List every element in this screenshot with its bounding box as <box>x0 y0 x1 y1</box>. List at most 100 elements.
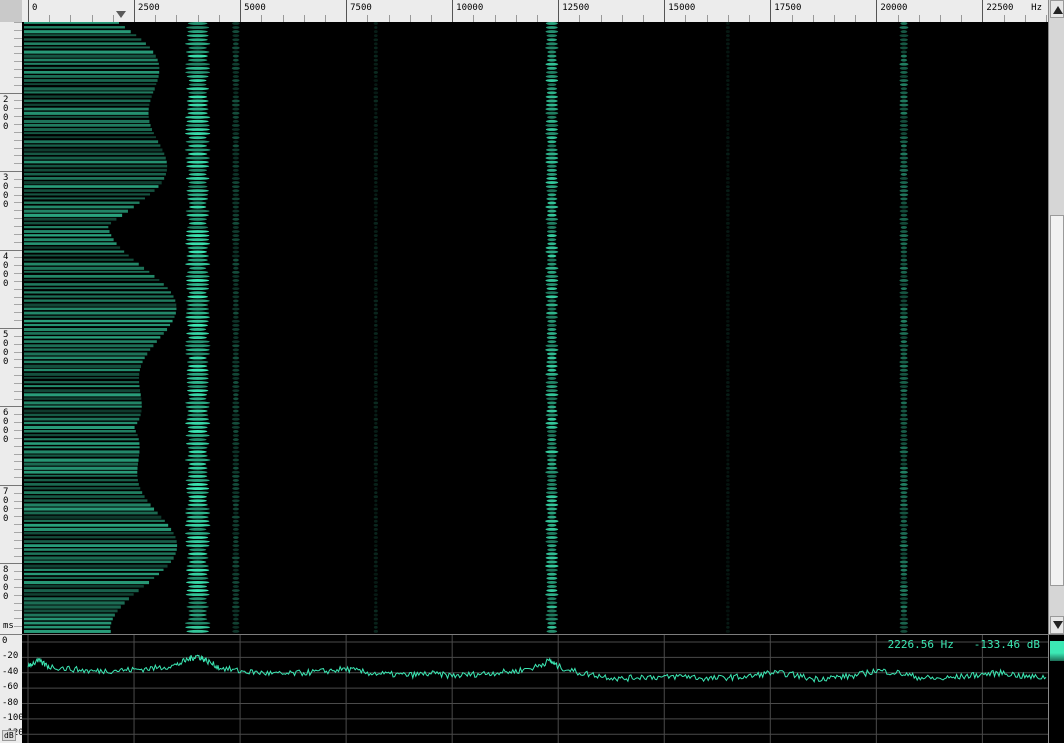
spectrogram-band-segment <box>726 621 730 625</box>
spectrogram-band-segment <box>373 621 378 625</box>
time-minor-tick <box>14 477 22 479</box>
spectrogram-band-segment <box>187 466 208 470</box>
spectrogram-band-segment <box>186 311 210 315</box>
spectrogram-low-band <box>24 540 177 543</box>
frequency-minor-tick <box>579 15 581 22</box>
time-tick-label: 8 0 0 0 <box>3 565 9 603</box>
spectrogram-low-band <box>24 83 157 86</box>
spectrogram-band-segment <box>186 189 209 193</box>
spectrogram-low-band <box>24 22 119 24</box>
scroll-thumb[interactable] <box>1050 215 1064 587</box>
spectrogram-band-segment <box>726 613 730 617</box>
spectrogram-band-segment <box>374 499 378 503</box>
spectrogram-low-band <box>24 613 115 617</box>
spectrogram-band-segment <box>374 193 378 197</box>
spectrogram-band-segment <box>726 107 730 111</box>
spectrogram-band-segment <box>547 462 557 466</box>
spectrogram-band-segment <box>186 75 209 78</box>
spectrogram-band-segment <box>725 307 730 311</box>
spectrogram-band-segment <box>899 364 909 368</box>
spectrogram-band-segment <box>232 50 240 54</box>
vertical-scrollbar[interactable] <box>1048 0 1064 634</box>
spectrum-panel[interactable]: 2226.56 Hz -133.46 dB <box>22 634 1048 743</box>
spectrogram-band-segment <box>545 617 559 621</box>
frequency-minor-tick <box>833 15 835 22</box>
spectrogram-band-segment <box>900 87 908 91</box>
spectrogram-band-segment <box>188 221 207 225</box>
spectrogram-low-band <box>24 442 140 445</box>
spectrogram-band-segment <box>546 38 558 42</box>
spectrogram-band-segment <box>726 381 730 384</box>
spectrogram-band-segment <box>546 609 557 613</box>
spectrogram-band-segment <box>900 458 908 462</box>
spectrogram-band-segment <box>373 332 378 335</box>
db-tick-label: -40 <box>2 666 19 677</box>
frequency-minor-tick <box>91 15 93 22</box>
time-minor-tick <box>14 218 22 220</box>
spectrogram-low-band <box>24 434 138 437</box>
spectrogram-low-band <box>24 42 146 45</box>
spectrogram-band-segment <box>547 438 557 442</box>
time-minor-tick <box>14 210 22 212</box>
spectrogram-band-segment <box>545 274 559 278</box>
spectrogram-band-segment <box>373 54 378 58</box>
spectrogram-band-segment <box>900 111 908 115</box>
spectrogram-band-segment <box>900 434 908 437</box>
spectrogram-band-segment <box>188 527 207 531</box>
spectrogram-band-segment <box>232 360 240 364</box>
frequency-minor-tick <box>727 15 729 22</box>
time-tick-label: 2 0 0 0 <box>3 94 9 132</box>
spectrogram-band-segment <box>232 621 240 625</box>
spectrogram-band-segment <box>899 62 909 66</box>
spectrogram-band-segment <box>374 397 378 401</box>
spectrogram-band-segment <box>374 283 378 286</box>
spectrogram-low-band <box>24 556 174 560</box>
spectrogram-band-segment <box>231 177 240 180</box>
spectrogram-band-segment <box>231 99 240 103</box>
spectrogram-band-segment <box>185 442 210 446</box>
spectrogram-low-band <box>24 625 111 629</box>
spectrogram-low-band <box>24 466 138 470</box>
spectrogram-band-segment <box>899 75 909 78</box>
spectrogram-low-band <box>24 315 175 318</box>
spectrogram-low-band <box>24 99 151 103</box>
spectrogram-band-segment <box>232 328 240 331</box>
spectrogram-band-segment <box>187 409 208 413</box>
spectrogram-band-segment <box>900 483 908 486</box>
spectrogram-band-segment <box>900 580 908 584</box>
scroll-up-button[interactable] <box>1050 0 1064 18</box>
spectrogram-low-band <box>24 580 150 585</box>
spectrogram-band-segment <box>545 22 558 25</box>
spectrogram-band-segment <box>726 140 730 144</box>
playhead-marker[interactable] <box>116 11 127 18</box>
spectrogram-band-segment <box>545 613 559 617</box>
spectrogram-band-segment <box>232 75 239 78</box>
spectrogram-band-segment <box>899 164 908 168</box>
spectrogram-band-segment <box>546 66 558 70</box>
time-minor-tick <box>14 508 22 510</box>
time-minor-tick <box>14 265 22 267</box>
spectrogram-band-segment <box>232 385 240 388</box>
spectrum-line <box>27 654 1047 683</box>
spectrogram-band-segment <box>726 356 730 360</box>
scroll-down-button[interactable] <box>1050 616 1064 634</box>
spectrogram-band-segment <box>373 340 379 344</box>
spectrogram-band-segment <box>726 266 730 270</box>
spectrogram-band-segment <box>185 124 210 127</box>
spectrogram-band-segment <box>186 605 209 609</box>
spectrogram-band-segment <box>232 83 239 87</box>
spectrogram-view[interactable] <box>22 22 1048 634</box>
spectrogram-band-segment <box>726 332 730 335</box>
spectrogram-low-band <box>24 34 137 37</box>
spectrogram-band-segment <box>900 491 908 495</box>
frequency-minor-tick <box>791 15 793 22</box>
spectrogram-band-segment <box>900 250 908 254</box>
spectrogram-low-band <box>24 438 139 441</box>
spectrogram-band-segment <box>231 62 240 66</box>
spectrogram-band-segment <box>186 230 210 233</box>
spectrogram-band-segment <box>725 629 730 633</box>
db-unit-button[interactable]: dB <box>2 730 16 741</box>
spectrogram-band-segment <box>900 213 908 217</box>
frequency-minor-tick <box>961 15 963 22</box>
spectrogram-band-segment <box>900 132 908 136</box>
